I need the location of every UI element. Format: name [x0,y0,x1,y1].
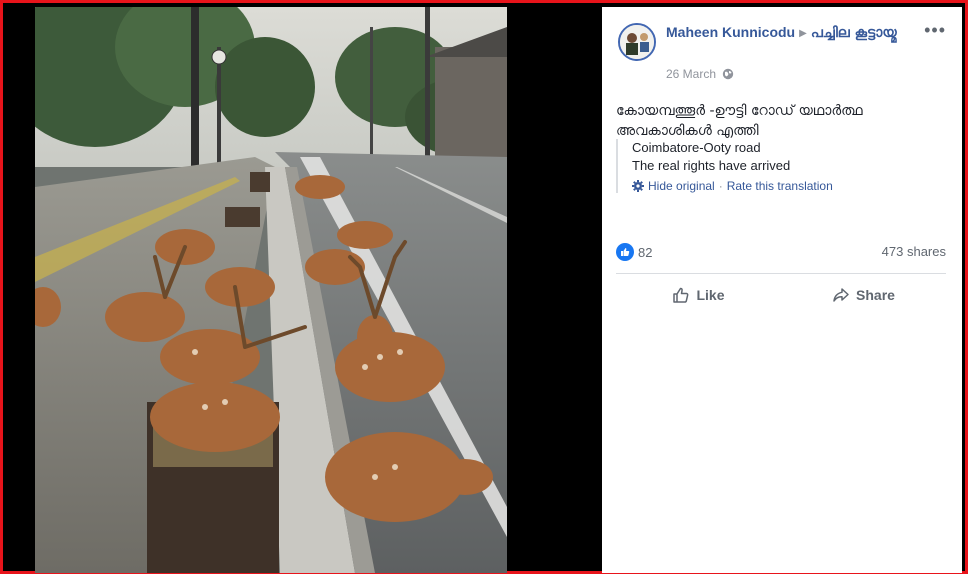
avatar-image [620,25,654,59]
translation-links: Hide original · Rate this translation [632,179,962,193]
more-icon[interactable]: ••• [924,21,946,39]
arrow-right-icon: ▶ [799,28,807,39]
share-button[interactable]: Share [781,279,946,311]
like-reaction-icon [616,243,634,261]
divider [616,273,946,274]
reaction-summary[interactable]: 82 [616,243,652,261]
thumbs-up-icon [673,287,689,303]
post-panel: Maheen Kunnicodu ▶ പച്ചില കൂട്ടായ്മ 26 Mar… [602,7,962,573]
share-count[interactable]: 473 shares [882,244,946,259]
post-header: Maheen Kunnicodu ▶ പച്ചില കൂട്ടായ്മ [666,23,916,44]
screenshot-frame: Maheen Kunnicodu ▶ പച്ചില കൂട്ടായ്മ 26 Mar… [0,0,968,574]
post-actions: Like Share [616,279,946,311]
group-name[interactable]: പച്ചില കൂട്ടായ്മ [811,25,897,41]
author-avatar[interactable] [618,23,656,61]
share-label: Share [856,287,895,303]
post-text: കോയമ്പത്തൂർ -ഊട്ടി റോഡ് യഥാർത്ഥ അവകാശികൾ… [616,103,863,139]
translation-line-2: The real rights have arrived [632,158,791,173]
translation-block: Coimbatore-Ooty road The real rights hav… [616,139,962,193]
like-label: Like [696,287,725,303]
like-button[interactable]: Like [616,279,781,311]
share-arrow-icon [833,288,849,302]
gear-icon [632,180,644,192]
translation-line-1: Coimbatore-Ooty road [632,140,761,155]
link-separator: · [718,179,723,193]
post-date[interactable]: 26 March [666,67,716,81]
globe-icon [722,68,734,80]
deer-road-image [35,7,507,573]
hide-original-link[interactable]: Hide original [648,179,715,193]
post-photo[interactable] [35,7,507,573]
reaction-count: 82 [638,244,653,260]
author-name[interactable]: Maheen Kunnicodu [666,24,795,40]
post-meta: 26 March [666,67,734,81]
rate-translation-link[interactable]: Rate this translation [727,179,833,193]
